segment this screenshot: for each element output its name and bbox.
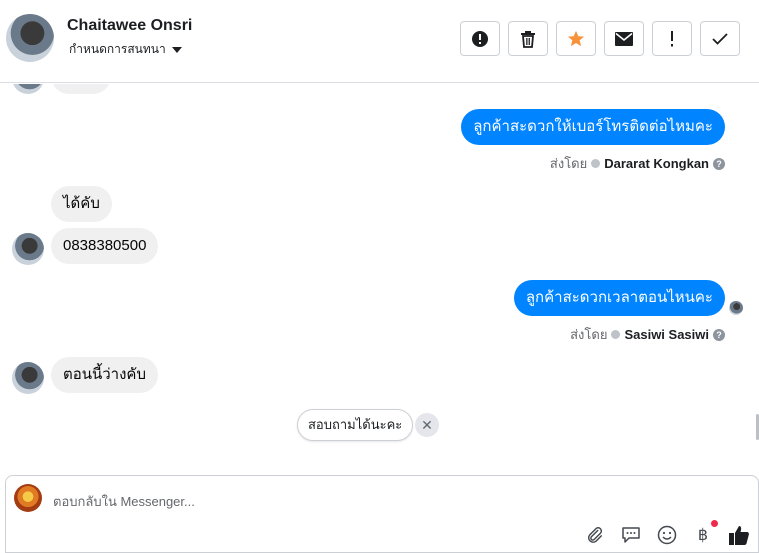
sent-by-prefix: ส่งโดย bbox=[549, 156, 588, 171]
contact-name[interactable]: Chaitawee Onsri bbox=[67, 17, 192, 35]
star-icon bbox=[567, 30, 585, 46]
close-icon[interactable]: ✕ bbox=[415, 413, 439, 437]
suggested-reply-chip[interactable]: สอบถามได้นะคะ bbox=[297, 409, 414, 441]
assign-label: กำหนดการสนทนา bbox=[69, 42, 166, 56]
saved-replies-button[interactable] bbox=[620, 524, 642, 546]
help-icon[interactable]: ? bbox=[713, 157, 725, 170]
payment-button[interactable]: ฿ bbox=[692, 520, 718, 546]
chat-bubble-icon bbox=[622, 527, 640, 543]
mark-unread-button[interactable] bbox=[604, 21, 644, 56]
sender-name: Dararat Kongkan bbox=[604, 156, 709, 171]
composer-tools: ฿ bbox=[584, 520, 750, 546]
delete-button[interactable] bbox=[508, 21, 548, 56]
emoji-button[interactable] bbox=[656, 524, 678, 546]
like-button[interactable] bbox=[728, 524, 750, 546]
incoming-message[interactable]: 0838380500 bbox=[51, 228, 159, 264]
incoming-message[interactable]: ได้คับ bbox=[51, 186, 112, 222]
check-icon bbox=[712, 32, 728, 45]
thumbs-up-icon bbox=[729, 526, 749, 545]
baht-icon: ฿ bbox=[697, 527, 709, 544]
message-bubble-partial bbox=[51, 84, 111, 94]
seen-avatar bbox=[729, 301, 743, 315]
contact-avatar-small bbox=[12, 233, 44, 265]
page-avatar bbox=[14, 484, 42, 512]
contact-avatar-small bbox=[12, 84, 44, 94]
header-actions bbox=[460, 21, 740, 56]
incoming-message[interactable]: ตอนนี้ว่างคับ bbox=[51, 357, 158, 393]
alert-circle-icon bbox=[472, 30, 488, 47]
outgoing-message[interactable]: ลูกค้าสะดวกให้เบอร์โทรติดต่อไหมคะ bbox=[461, 109, 725, 145]
notification-dot bbox=[711, 520, 718, 527]
sent-by-info: ส่งโดย Dararat Kongkan ? bbox=[550, 153, 725, 174]
sent-by-info: ส่งโดย Sasiwi Sasiwi ? bbox=[570, 324, 725, 345]
spam-button[interactable] bbox=[460, 21, 500, 56]
message-thread[interactable]: ลูกค้าสะดวกให้เบอร์โทรติดต่อไหมคะ ส่งโดย… bbox=[0, 84, 759, 475]
exclamation-icon bbox=[671, 30, 673, 46]
star-button[interactable] bbox=[556, 21, 596, 56]
conversation-header: Chaitawee Onsri กำหนดการสนทนา bbox=[0, 0, 759, 83]
message-composer: ตอบกลับใน Messenger... ฿ bbox=[5, 475, 759, 553]
sender-name: Sasiwi Sasiwi bbox=[624, 327, 709, 342]
emoji-icon bbox=[657, 525, 677, 545]
help-icon[interactable]: ? bbox=[713, 328, 725, 341]
reply-input[interactable]: ตอบกลับใน Messenger... bbox=[53, 491, 195, 512]
attach-button[interactable] bbox=[584, 524, 606, 546]
sent-check-icon bbox=[611, 330, 621, 339]
caret-down-icon bbox=[171, 46, 182, 53]
mark-done-button[interactable] bbox=[700, 21, 740, 56]
sent-check-icon bbox=[591, 159, 601, 168]
follow-up-button[interactable] bbox=[652, 21, 692, 56]
outgoing-message[interactable]: ลูกค้าสะดวกเวลาตอนไหนคะ bbox=[513, 280, 725, 316]
contact-avatar-small bbox=[12, 362, 44, 394]
assign-conversation-dropdown[interactable]: กำหนดการสนทนา bbox=[69, 40, 182, 59]
contact-avatar[interactable] bbox=[6, 14, 54, 62]
sent-by-prefix: ส่งโดย bbox=[570, 327, 608, 342]
paperclip-icon bbox=[587, 527, 603, 543]
trash-icon bbox=[521, 30, 535, 48]
envelope-icon bbox=[615, 31, 633, 46]
